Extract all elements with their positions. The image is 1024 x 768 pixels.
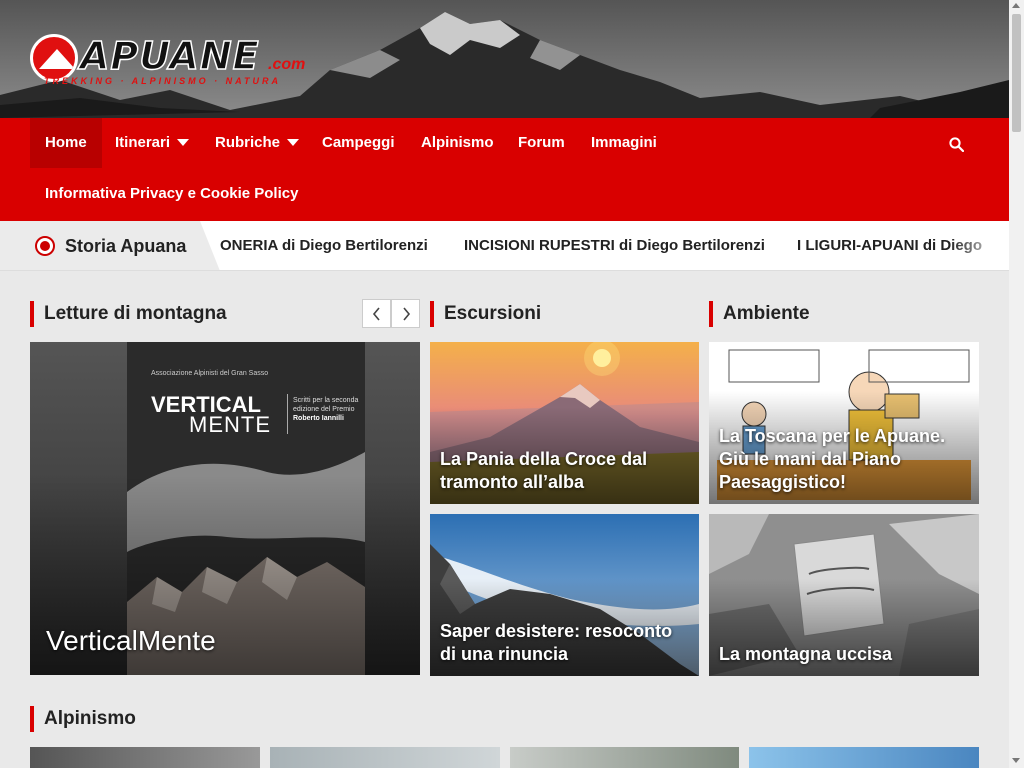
caret-down-icon xyxy=(287,138,300,146)
carousel-next-button[interactable] xyxy=(391,299,420,328)
nav-privacy[interactable]: Informativa Privacy e Cookie Policy xyxy=(30,169,313,219)
section-title-escursioni: Escursioni xyxy=(430,301,541,327)
scroll-up-arrow-icon[interactable] xyxy=(1012,3,1020,8)
record-icon xyxy=(35,236,55,256)
card-toscana[interactable]: La Toscana per le Apuane. Giù le mani da… xyxy=(709,342,979,504)
card-title[interactable]: Saper desistere: resoconto di una rinunc… xyxy=(440,620,689,666)
card-title[interactable]: La Pania della Croce dal tramonto all’al… xyxy=(440,448,689,494)
card-pania[interactable]: La Pania della Croce dal tramonto all’al… xyxy=(430,342,699,504)
section-title-alpinismo: Alpinismo xyxy=(30,706,136,732)
caret-down-icon xyxy=(177,138,190,146)
section-title-letture: Letture di montagna xyxy=(30,301,227,327)
nav-rubriche[interactable]: Rubriche xyxy=(200,118,314,168)
nav-rubriche-label: Rubriche xyxy=(215,134,281,151)
alpinismo-thumb[interactable] xyxy=(510,747,739,768)
ticker-item[interactable]: SONERIA di Diego Bertilorenzi xyxy=(220,221,428,270)
nav-itinerari-label: Itinerari xyxy=(115,134,171,151)
card-title[interactable]: La Toscana per le Apuane. Giù le mani da… xyxy=(719,425,969,494)
chevron-right-icon xyxy=(403,307,411,321)
search-icon[interactable] xyxy=(949,137,964,152)
logo-tagline: TREKKING · ALPINISMO · NATURA xyxy=(44,76,281,86)
nav-alpinismo[interactable]: Alpinismo xyxy=(406,118,509,168)
page-scrollbar[interactable] xyxy=(1009,0,1024,768)
nav-home[interactable]: Home xyxy=(30,118,102,168)
logo-text: APUANE xyxy=(79,34,260,78)
logo-domain: .com xyxy=(268,56,306,73)
card-title[interactable]: La montagna uccisa xyxy=(719,643,969,666)
card-title[interactable]: VerticalMente xyxy=(46,625,410,657)
scrollbar-thumb[interactable] xyxy=(1012,14,1021,132)
nav-immagini[interactable]: Immagini xyxy=(576,118,672,168)
section-title-ambiente: Ambiente xyxy=(709,301,810,327)
carousel-prev-button[interactable] xyxy=(362,299,391,328)
nav-itinerari[interactable]: Itinerari xyxy=(100,118,204,168)
ticker-items: SONERIA di Diego Bertilorenzi INCISIONI … xyxy=(220,221,1009,270)
alpinismo-thumb[interactable] xyxy=(30,747,260,768)
ticker-fade xyxy=(949,221,1009,270)
main-nav: Home Itinerari Rubriche Campeggi Alpinis… xyxy=(0,118,1009,221)
chevron-left-icon xyxy=(372,307,380,321)
card-verticalmente[interactable]: Associazione Alpinisti del Gran Sasso VE… xyxy=(30,342,420,675)
ticker-title: Storia Apuana xyxy=(65,236,187,256)
logo-mountain-icon xyxy=(30,34,78,82)
nav-forum[interactable]: Forum xyxy=(503,118,580,168)
ticker-label: Storia Apuana xyxy=(0,221,220,270)
card-saper-desistere[interactable]: Saper desistere: resoconto di una rinunc… xyxy=(430,514,699,676)
site-header: APUANE .com TREKKING · ALPINISMO · NATUR… xyxy=(0,0,1009,118)
alpinismo-thumb[interactable] xyxy=(270,747,500,768)
news-ticker: Storia Apuana SONERIA di Diego Bertilore… xyxy=(0,221,1009,271)
nav-campeggi[interactable]: Campeggi xyxy=(307,118,410,168)
alpinismo-thumb[interactable] xyxy=(749,747,979,768)
card-montagna-uccisa[interactable]: La montagna uccisa xyxy=(709,514,979,676)
ticker-item[interactable]: INCISIONI RUPESTRI di Diego Bertilorenzi xyxy=(464,221,765,270)
site-logo[interactable]: APUANE .com TREKKING · ALPINISMO · NATUR… xyxy=(30,34,330,94)
scroll-down-arrow-icon[interactable] xyxy=(1012,758,1020,763)
